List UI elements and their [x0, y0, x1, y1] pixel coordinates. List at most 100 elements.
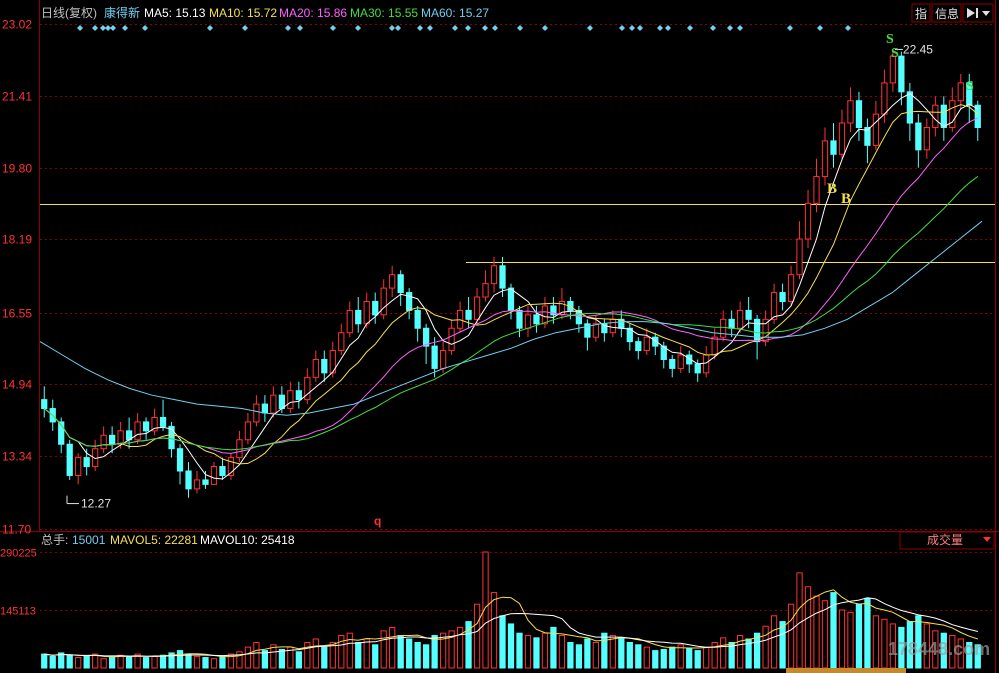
- volume-bar: [618, 637, 625, 669]
- candle-body: [397, 274, 404, 294]
- candle-body: [490, 265, 498, 285]
- price-tick-label: 19.80: [2, 162, 32, 176]
- candle-body: [728, 318, 735, 329]
- stock-name[interactable]: 康得新: [104, 5, 140, 20]
- candle-body: [770, 292, 778, 320]
- volume-total-label: 总手:: [41, 533, 68, 547]
- candle-body: [923, 126, 930, 151]
- candle-body: [745, 309, 752, 320]
- candle-body: [380, 287, 387, 316]
- candle-body: [253, 403, 260, 423]
- buy-signal-marker: B: [827, 181, 837, 197]
- candle-body: [261, 403, 269, 414]
- candle-body: [142, 421, 150, 432]
- candle-body: [703, 354, 710, 374]
- volume-bar: [762, 625, 769, 669]
- volume-bar: [847, 611, 854, 669]
- volume-bar: [151, 655, 158, 669]
- candle-body: [83, 457, 90, 468]
- volume-bar: [117, 654, 124, 669]
- candle-body: [482, 283, 489, 298]
- volume-bar: [584, 638, 591, 669]
- price-tick-label: 16.55: [2, 307, 32, 321]
- candle-body: [465, 309, 472, 320]
- volume-bar: [389, 626, 396, 669]
- volume-bar: [516, 632, 523, 669]
- candle-body: [66, 443, 73, 476]
- ma60-label: MA60: 15.27: [421, 6, 489, 20]
- volume-total-value: 15001: [72, 533, 106, 547]
- volume-bar: [558, 635, 566, 669]
- candle-body: [321, 358, 328, 374]
- volume-bar: [423, 644, 430, 669]
- volume-bar: [787, 603, 795, 669]
- candle-body: [210, 466, 218, 485]
- volume-bar: [346, 632, 353, 669]
- sell-signal-marker: S: [891, 46, 899, 61]
- candle-body: [176, 448, 184, 472]
- candle-body: [635, 341, 642, 352]
- volume-bar: [507, 623, 515, 669]
- volume-bar: [830, 592, 837, 669]
- volume-bar: [100, 658, 107, 669]
- volume-bar: [686, 647, 693, 669]
- candle-body: [711, 336, 718, 356]
- candle-body: [75, 457, 82, 476]
- stock-chart-canvas: 23.02 21.41 19.80 18.19 16.55 14.94 13.34 11.70…: [0, 0, 999, 673]
- candle-body: [312, 358, 319, 378]
- volume-bar: [694, 650, 701, 669]
- watermark: 178448.com: [888, 639, 990, 659]
- volume-bar: [372, 644, 379, 669]
- volume-bar: [92, 653, 99, 669]
- volume-bar: [49, 655, 56, 669]
- volume-bar: [397, 635, 404, 669]
- candle-body: [431, 345, 438, 369]
- candlestick: [227, 453, 235, 480]
- candle-body: [363, 300, 370, 325]
- volume-bar: [210, 658, 218, 669]
- volume-bar: [541, 632, 549, 669]
- volume-bar: [202, 657, 209, 669]
- volume-bar: [338, 635, 345, 669]
- mavol5-label: MAVOL5: 22281: [110, 533, 198, 547]
- bottom-marker: q: [374, 514, 381, 528]
- ma5-label: MA5: 15.13: [144, 6, 206, 20]
- candle-body: [439, 350, 447, 369]
- volume-bar: [219, 655, 226, 669]
- volume-bar: [380, 630, 387, 669]
- candle-body: [295, 390, 302, 401]
- volume-bar: [575, 644, 583, 669]
- candle-body: [219, 466, 226, 476]
- candle-body: [669, 358, 676, 369]
- volume-bar: [779, 621, 786, 669]
- candle-body: [694, 363, 701, 374]
- period-label[interactable]: 日线(复权): [41, 6, 97, 20]
- candle-body: [872, 113, 880, 146]
- volume-bar: [490, 592, 498, 669]
- candle-body: [100, 434, 107, 450]
- volume-bar: [626, 641, 633, 669]
- bottom-scroll-bar[interactable]: [786, 668, 906, 673]
- candle-body: [592, 323, 599, 338]
- high-price-label: 22.45: [903, 42, 933, 56]
- candle-body: [423, 327, 430, 347]
- volume-bar: [312, 638, 319, 669]
- sell-signal-marker: S: [966, 79, 974, 94]
- volume-bar: [431, 635, 438, 669]
- volume-tick-label: 145113: [0, 606, 36, 618]
- volume-bar: [601, 632, 608, 669]
- candle-body: [720, 318, 727, 338]
- volume-bar: [703, 646, 710, 669]
- indicator-selector-label: 成交量: [927, 532, 963, 547]
- volume-bar: [406, 638, 413, 669]
- candle-body: [389, 274, 396, 289]
- candle-body: [906, 91, 913, 124]
- volume-bar: [125, 655, 133, 669]
- candle-body: [643, 336, 650, 352]
- candle-body: [855, 100, 863, 128]
- candle-body: [898, 55, 905, 93]
- volume-bar: [813, 595, 820, 669]
- volume-bar: [881, 618, 888, 669]
- candle-body: [821, 140, 829, 178]
- candle-body: [414, 309, 421, 329]
